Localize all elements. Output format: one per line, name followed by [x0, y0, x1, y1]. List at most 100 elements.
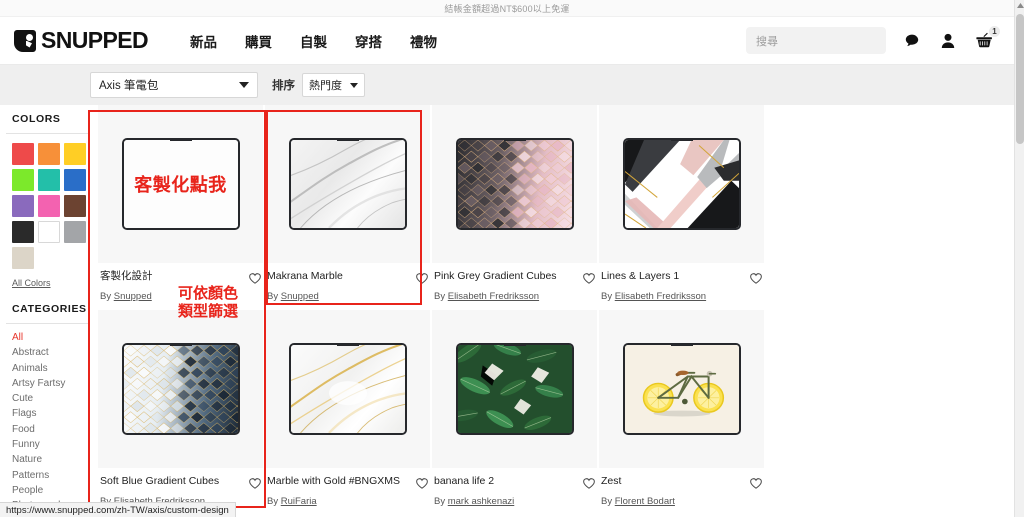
product-thumbnail[interactable] [98, 310, 263, 468]
page-scrollbar[interactable] [1014, 0, 1024, 517]
product-author-line: By Elisabeth Fredriksson [601, 291, 762, 302]
favorite-heart-icon[interactable] [249, 476, 261, 494]
category-item-cute[interactable]: Cute [12, 391, 90, 406]
category-item-food[interactable]: Food [12, 422, 90, 437]
product-meta: Pink Grey Gradient Cubes By Elisabeth Fre… [432, 263, 597, 302]
category-item-patterns[interactable]: Patterns [12, 468, 90, 483]
color-swatch-beige[interactable] [12, 247, 34, 269]
product-card[interactable]: Pink Grey Gradient Cubes By Elisabeth Fre… [432, 105, 597, 310]
color-swatch-pink[interactable] [38, 195, 60, 217]
annotation-filter-note-line2: 類型篩選 [177, 303, 238, 320]
category-item-funny[interactable]: Funny [12, 437, 90, 452]
product-thumbnail[interactable] [432, 105, 597, 263]
promo-banner: 結帳金額超過NT$600以上免運 [0, 0, 1014, 17]
product-thumbnail[interactable] [265, 105, 430, 263]
product-author[interactable]: mark ashkenazi [448, 496, 515, 507]
annotation-filter-note-line1: 可依顏色 [177, 285, 238, 302]
product-card[interactable]: Marble with Gold #BNGXMS By RuiFaria [265, 310, 430, 515]
color-swatch-brown[interactable] [64, 195, 86, 217]
product-artwork-lines-layers [624, 140, 739, 228]
category-item-artsy-fartsy[interactable]: Artsy Fartsy [12, 376, 90, 391]
product-card[interactable]: Zest By Florent Bodart [599, 310, 764, 515]
nav-item-new[interactable]: 新品 [190, 31, 217, 51]
product-author[interactable]: RuiFaria [281, 496, 317, 507]
product-title[interactable]: banana life 2 [434, 475, 494, 488]
favorite-heart-icon[interactable] [583, 271, 595, 289]
sort-value: 熱門度 [309, 80, 342, 92]
header-actions: 搜尋 1 [746, 25, 1000, 54]
color-swatch-black[interactable] [12, 221, 34, 243]
chat-bubble-icon[interactable] [902, 30, 922, 52]
nav-item-gifts[interactable]: 禮物 [410, 31, 437, 51]
product-thumbnail[interactable]: 客製化點我 [98, 105, 263, 263]
product-by-prefix: By [434, 496, 446, 507]
favorite-heart-icon[interactable] [416, 476, 428, 494]
category-item-flags[interactable]: Flags [12, 406, 90, 421]
product-thumbnail[interactable] [432, 310, 597, 468]
category-item-nature[interactable]: Nature [12, 452, 90, 467]
product-thumbnail[interactable] [599, 310, 764, 468]
color-swatch-white[interactable] [38, 221, 60, 243]
sort-select[interactable]: 熱門度 [302, 73, 365, 97]
favorite-heart-icon[interactable] [750, 476, 762, 494]
scroll-up-arrow[interactable] [1015, 0, 1024, 11]
product-card[interactable]: Makrana Marble By Snupped [265, 105, 430, 310]
color-swatch-purple[interactable] [12, 195, 34, 217]
brand-logo[interactable]: SNUPPED [14, 27, 149, 54]
favorite-heart-icon[interactable] [416, 271, 428, 289]
color-swatch-teal[interactable] [38, 169, 60, 191]
scrollbar-thumb[interactable] [1016, 14, 1024, 144]
laptop-sleeve-mockup [288, 138, 407, 230]
nav-item-custom[interactable]: 自製 [300, 31, 327, 51]
categories-heading: CATEGORIES [6, 295, 90, 324]
product-author[interactable]: Elisabeth Fredriksson [615, 291, 706, 302]
favorite-heart-icon[interactable] [750, 271, 762, 289]
product-thumbnail[interactable] [265, 310, 430, 468]
product-title[interactable]: 客製化設計 [100, 270, 153, 283]
product-thumbnail[interactable] [599, 105, 764, 263]
product-type-value: Axis 筆電包 [99, 80, 159, 92]
search-placeholder: 搜尋 [756, 35, 778, 48]
product-title[interactable]: Lines & Layers 1 [601, 270, 679, 283]
search-input[interactable]: 搜尋 [746, 27, 886, 54]
category-item-people[interactable]: People [12, 483, 90, 498]
product-card[interactable]: Lines & Layers 1 By Elisabeth Fredriksson [599, 105, 764, 310]
status-bar-url: https://www.snupped.com/zh-TW/axis/custo… [6, 504, 229, 516]
category-item-all[interactable]: All [12, 330, 90, 345]
product-title[interactable]: Soft Blue Gradient Cubes [100, 475, 219, 488]
favorite-heart-icon[interactable] [583, 476, 595, 494]
product-by-prefix: By [100, 291, 112, 302]
sort-group: 排序 熱門度 [272, 73, 365, 97]
product-card[interactable]: 客製化點我客製化設計 By Snupped [98, 105, 263, 310]
color-swatch-orange[interactable] [38, 143, 60, 165]
promo-text: 結帳金額超過NT$600以上免運 [444, 3, 570, 14]
product-card[interactable]: Soft Blue Gradient CubesBy Elisabeth Fre… [98, 310, 263, 515]
color-swatch-blue[interactable] [64, 169, 86, 191]
browser-viewport: 結帳金額超過NT$600以上免運 SNUPPED 新品 購買 自製 穿搭 禮物 … [0, 0, 1024, 517]
product-title[interactable]: Marble with Gold #BNGXMS [267, 475, 400, 488]
product-author-line: By mark ashkenazi [434, 496, 595, 507]
product-author[interactable]: Snupped [281, 291, 319, 302]
product-author[interactable]: Florent Bodart [615, 496, 675, 507]
product-author[interactable]: Snupped [114, 291, 152, 302]
cart-icon[interactable]: 1 [974, 25, 1000, 52]
product-title[interactable]: Makrana Marble [267, 270, 343, 283]
color-swatch-yellow[interactable] [64, 143, 86, 165]
color-swatch-green[interactable] [12, 169, 34, 191]
color-swatch-grey[interactable] [64, 221, 86, 243]
product-type-select[interactable]: Axis 筆電包 [90, 72, 258, 98]
product-title[interactable]: Pink Grey Gradient Cubes [434, 270, 557, 283]
all-colors-link[interactable]: All Colors [6, 274, 51, 295]
product-card[interactable]: banana life 2 By mark ashkenazi [432, 310, 597, 515]
nav-item-shop[interactable]: 購買 [245, 31, 272, 51]
user-icon[interactable] [938, 30, 958, 52]
category-item-abstract[interactable]: Abstract [12, 345, 90, 360]
product-author[interactable]: Elisabeth Fredriksson [448, 291, 539, 302]
snupped-logo-icon [14, 29, 36, 52]
category-item-animals[interactable]: Animals [12, 361, 90, 376]
filter-sidebar: COLORS All Colors CATEGORIES All Abstract… [0, 105, 90, 517]
product-title[interactable]: Zest [601, 475, 621, 488]
cart-count-badge: 1 [989, 25, 1000, 37]
nav-item-style[interactable]: 穿搭 [355, 31, 382, 51]
color-swatch-red[interactable] [12, 143, 34, 165]
